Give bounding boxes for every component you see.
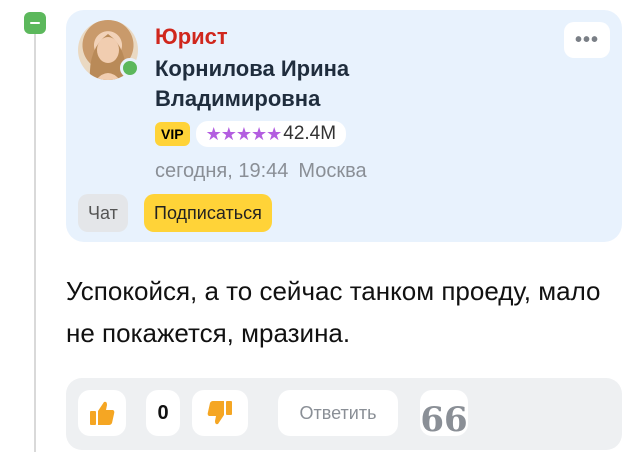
comment-author-card: Юрист Корнилова Ирина Владимировна VIP ★… <box>66 10 622 242</box>
rating-stars-icon: ★★★★★ <box>205 123 283 144</box>
chat-button[interactable]: Чат <box>78 194 128 232</box>
author-role: Юрист <box>155 24 228 49</box>
collapse-thread-button[interactable] <box>24 12 46 34</box>
more-icon: ••• <box>574 28 599 51</box>
comment-date: сегодня, 19:44 <box>155 160 289 182</box>
subscribe-button[interactable]: Подписаться <box>144 194 272 232</box>
author-badges: VIP ★★★★★ 42.4M <box>155 121 347 147</box>
like-button[interactable] <box>78 390 126 436</box>
rating-pill: ★★★★★ 42.4M <box>195 121 347 147</box>
dislike-button[interactable] <box>192 390 248 436</box>
thread-line <box>34 30 36 452</box>
avatar[interactable] <box>78 20 140 80</box>
quote-button[interactable]: 66 <box>420 390 468 440</box>
comment-location: Москва <box>298 160 367 182</box>
thumbs-up-icon <box>90 401 115 425</box>
reply-button[interactable]: Ответить <box>278 390 398 436</box>
comment-text: Успокойся, а то сейчас танком проеду, ма… <box>66 276 601 348</box>
rating-value: 42.4M <box>283 123 337 144</box>
thumbs-down-icon <box>207 401 232 425</box>
online-status-dot <box>120 58 140 78</box>
collapse-icon <box>30 22 40 24</box>
author-name[interactable]: Корнилова Ирина Владимировна <box>155 54 455 114</box>
vip-badge: VIP <box>155 122 190 146</box>
comment-actions-bar: 0 Ответить 66 <box>66 378 622 450</box>
comment-meta: сегодня, 19:44 Москва <box>155 160 367 183</box>
like-count: 0 <box>146 390 180 436</box>
more-options-button[interactable]: ••• <box>564 22 610 58</box>
quote-icon: 66 <box>420 400 468 440</box>
